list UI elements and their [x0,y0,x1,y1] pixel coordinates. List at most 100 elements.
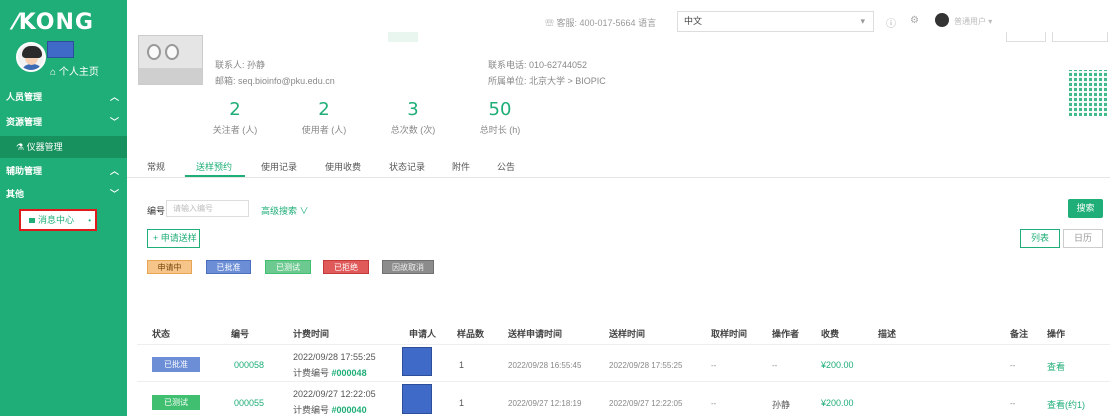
apply-time: 2022/09/27 12:18:19 [508,399,582,408]
home-link[interactable]: ⌂ 个人主页 [50,63,99,78]
sidebar-item-personnel[interactable]: 人员管理 ︿ [0,85,127,109]
user-menu[interactable]: 普通用户 ▾ [954,16,992,27]
column-header-operator: 操作者 [772,329,800,339]
remark: -- [1010,361,1016,370]
chevron-up-icon: ︿ [109,166,119,176]
chevron-down-icon: ﹀ [109,117,119,127]
sample-count: 1 [459,360,465,370]
tab-general[interactable]: 常规 [147,160,165,173]
operator: -- [772,361,778,370]
column-header-remark: 备注 [1010,329,1029,339]
language-select[interactable]: 中文 ▾ [677,11,874,32]
legend-cancelled: 因故取消 [382,260,434,274]
bill-time: 2022/09/28 17:55:25 [293,352,376,362]
chevron-down-icon: ﹀ [109,189,119,199]
column-header-bill-time: 计费时间 [293,329,330,339]
stat-total-hours: 50 总时长 (h) [479,99,521,135]
sidebar-item-resources[interactable]: 资源管理 ﹀ [0,110,127,134]
sidebar-item-instruments[interactable]: ⚗ 仪器管理 [0,136,127,158]
bill-number-link[interactable]: #000048 [332,368,367,378]
fee: ¥200.00 [821,360,854,370]
service-hotline: ☏ 客服: 400-017-5664 语言 [545,18,657,28]
column-header-description: 描述 [878,329,897,339]
gear-icon[interactable]: ⚙ [910,15,919,26]
sidebar-item-auxiliary[interactable]: 辅助管理 ︿ [0,159,127,183]
avatar[interactable] [16,42,46,72]
stat-total-count: 3 总次数 (次) [390,99,436,135]
app-logo[interactable]: ⁄KONG [14,10,94,35]
chevron-down-icon: ▾ [860,16,865,26]
sidebar-item-message-center[interactable]: 消息中心 • [19,209,97,231]
status-badge: 已批准 [152,357,200,372]
tab-announcements[interactable]: 公告 [497,160,515,173]
sidebar-item-other[interactable]: 其他 ﹀ [0,182,127,206]
remark: -- [1010,399,1016,408]
bill-number: 计费编号 #000048 [293,368,367,378]
message-icon [29,218,35,224]
tab-usage-fees[interactable]: 使用收费 [325,160,361,173]
apply-time: 2022/09/28 16:55:45 [508,361,582,370]
contact-person: 联系人: 孙静 [215,60,266,70]
headset-icon: ☏ [545,18,557,28]
sidebar: ⁄KONG ⌂ 个人主页 人员管理 ︿ 资源管理 ﹀ ⚗ 仪器管理 辅助管理 ︿ 其他… [0,0,127,416]
stat-followers: 2 关注者 (人) [212,99,258,135]
column-header-applicant: 申请人 [409,329,437,339]
search-button[interactable]: 搜索 [1068,199,1103,218]
advanced-search-toggle[interactable]: 高级搜索 ∨ [261,204,309,217]
view-calendar-button[interactable]: 日历 [1063,229,1103,248]
fee: ¥200.00 [821,398,854,408]
tab-status-records[interactable]: 状态记录 [389,160,425,173]
qr-code [1069,70,1109,116]
booking-id-link[interactable]: 000055 [234,398,264,408]
redacted-applicant [402,384,432,414]
bill-time: 2022/09/27 12:22:05 [293,389,376,399]
dot-icon: • [88,216,91,225]
bill-number: 计费编号 #000040 [293,405,367,415]
column-header-send-time: 送样时间 [609,329,646,339]
column-header-apply-time: 送样申请时间 [508,329,563,339]
status-tag-partial [388,32,418,42]
info-icon[interactable]: ⓘ [886,15,896,30]
instrument-icon: ⚗ [16,142,27,152]
user-avatar[interactable] [935,13,949,27]
bill-number-link[interactable]: #000040 [332,405,367,415]
status-badge: 已测试 [152,395,200,410]
home-icon: ⌂ [50,67,57,78]
legend-tested: 已测试 [265,260,311,274]
header-button-partial[interactable] [1052,32,1108,42]
affiliation: 所属单位: 北京大学 > BIOPIC [488,76,606,86]
contact-email: 邮箱: seq.bioinfo@pku.edu.cn [215,76,335,86]
send-time: 2022/09/28 17:55:25 [609,361,683,370]
column-header-take-time: 取样时间 [711,329,748,339]
column-header-status: 状态 [152,329,171,339]
view-link[interactable]: 查看(约1) [1047,398,1085,411]
legend-applying: 申请中 [147,260,192,274]
redacted-applicant [402,347,432,376]
operator: 孙静 [772,400,791,410]
booking-id-link[interactable]: 000058 [234,360,264,370]
take-time: -- [711,361,717,370]
view-link[interactable]: 查看 [1047,360,1065,373]
take-time: -- [711,399,717,408]
contact-phone: 联系电话: 010-62744052 [488,60,588,70]
column-header-fee: 收费 [821,329,840,339]
send-time: 2022/09/27 12:22:05 [609,399,683,408]
legend-rejected: 已拒绝 [323,260,369,274]
id-filter-input[interactable]: 请输入编号 [166,200,249,217]
tab-usage-records[interactable]: 使用记录 [261,160,297,173]
stat-users: 2 使用者 (人) [301,99,347,135]
chevron-up-icon: ︿ [109,92,119,102]
legend-approved: 已批准 [206,260,251,274]
sample-count: 1 [459,398,465,408]
tab-attachments[interactable]: 附件 [452,160,470,173]
id-filter-label: 编号 [147,206,166,216]
column-header-id: 编号 [231,329,250,339]
apply-sample-button[interactable]: + 申请送样 [147,229,200,248]
instrument-image [138,35,203,85]
tab-sample-booking[interactable]: 送样预约 [196,160,232,173]
column-header-action: 操作 [1047,329,1066,339]
view-list-button[interactable]: 列表 [1020,229,1060,248]
active-tab-indicator [185,175,245,177]
column-header-samples: 样品数 [457,329,485,339]
header-button-partial[interactable] [1006,32,1046,42]
